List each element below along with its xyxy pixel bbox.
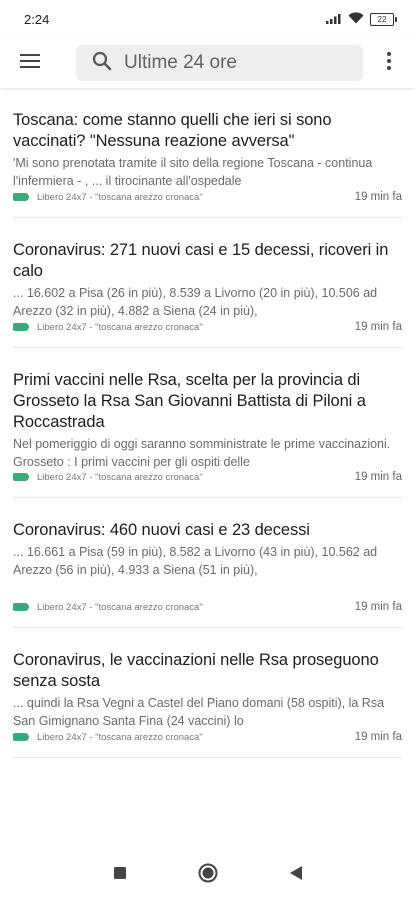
news-source: Libero 24x7 - "toscana arezzo cronaca" xyxy=(37,321,203,333)
news-card[interactable]: Toscana: come stanno quelli che ieri si … xyxy=(13,88,402,218)
news-meta: Libero 24x7 - "toscana arezzo cronaca" 1… xyxy=(13,601,402,613)
news-title: Coronavirus, le vaccinazioni nelle Rsa p… xyxy=(13,651,379,690)
back-button[interactable] xyxy=(284,863,308,887)
news-feed: Toscana: come stanno quelli che ieri si … xyxy=(0,88,415,850)
circle-icon xyxy=(198,863,218,888)
top-app-bar: Ultime 24 ore xyxy=(0,38,415,88)
hamburger-menu-icon xyxy=(20,53,40,74)
search-icon xyxy=(92,51,112,76)
news-source: Libero 24x7 - "toscana arezzo cronaca" xyxy=(37,601,203,613)
signal-icon xyxy=(326,12,342,27)
news-snippet: ... quindi la Rsa Vegni a Castel del Pia… xyxy=(13,696,385,728)
search-bar[interactable]: Ultime 24 ore xyxy=(76,45,363,81)
news-card[interactable]: Coronavirus, le vaccinazioni nelle Rsa p… xyxy=(13,628,402,758)
news-snippet: Nel pomeriggio di oggi saranno somminist… xyxy=(13,437,391,469)
tag-icon xyxy=(13,733,29,741)
status-bar: 2:24 22 xyxy=(0,0,415,38)
news-source: Libero 24x7 - "toscana arezzo cronaca" xyxy=(37,191,203,203)
news-meta: Libero 24x7 - "toscana arezzo cronaca" 1… xyxy=(13,471,402,483)
news-time: 19 min fa xyxy=(354,191,402,203)
status-time: 2:24 xyxy=(24,11,50,27)
more-vertical-icon xyxy=(387,51,391,75)
news-card[interactable]: Primi vaccini nelle Rsa, scelta per la p… xyxy=(13,348,402,498)
tag-icon xyxy=(13,603,29,611)
wifi-icon xyxy=(348,11,364,27)
triangle-back-icon xyxy=(289,865,303,886)
tag-icon xyxy=(13,473,29,481)
tag-icon xyxy=(13,323,29,331)
news-meta: Libero 24x7 - "toscana arezzo cronaca" 1… xyxy=(13,731,402,743)
news-card[interactable]: Coronavirus: 460 nuovi casi e 23 decessi… xyxy=(13,498,402,628)
news-snippet: ... 16.602 a Pisa (26 in più), 8.539 a L… xyxy=(13,286,378,318)
news-snippet: ... 16.661 a Pisa (59 in più), 8.582 a L… xyxy=(13,545,378,577)
navigation-bar xyxy=(0,850,415,900)
status-icons: 22 xyxy=(326,11,397,27)
news-snippet: 'Mi sono prenotata tramite il sito della… xyxy=(13,156,373,188)
news-title: Primi vaccini nelle Rsa, scelta per la p… xyxy=(13,371,366,431)
news-meta: Libero 24x7 - "toscana arezzo cronaca" 1… xyxy=(13,191,402,203)
news-meta: Libero 24x7 - "toscana arezzo cronaca" 1… xyxy=(13,321,402,333)
news-card[interactable]: Coronavirus: 271 nuovi casi e 15 decessi… xyxy=(13,218,402,348)
news-title: Coronavirus: 460 nuovi casi e 23 decessi xyxy=(13,521,310,539)
home-button[interactable] xyxy=(196,863,220,887)
news-time: 19 min fa xyxy=(354,601,402,613)
search-query: Ultime 24 ore xyxy=(124,52,237,73)
news-time: 19 min fa xyxy=(354,321,402,333)
news-source: Libero 24x7 - "toscana arezzo cronaca" xyxy=(37,731,203,743)
battery-level: 22 xyxy=(370,12,394,26)
menu-button[interactable] xyxy=(0,38,60,88)
recents-button[interactable] xyxy=(108,863,132,887)
news-time: 19 min fa xyxy=(354,471,402,483)
square-icon xyxy=(113,866,127,885)
news-title: Toscana: come stanno quelli che ieri si … xyxy=(13,111,332,150)
battery-icon: 22 xyxy=(370,12,397,26)
news-source: Libero 24x7 - "toscana arezzo cronaca" xyxy=(37,471,203,483)
news-title: Coronavirus: 271 nuovi casi e 15 decessi… xyxy=(13,241,389,280)
tag-icon xyxy=(13,193,29,201)
more-options-button[interactable] xyxy=(369,38,409,88)
news-time: 19 min fa xyxy=(354,731,402,743)
